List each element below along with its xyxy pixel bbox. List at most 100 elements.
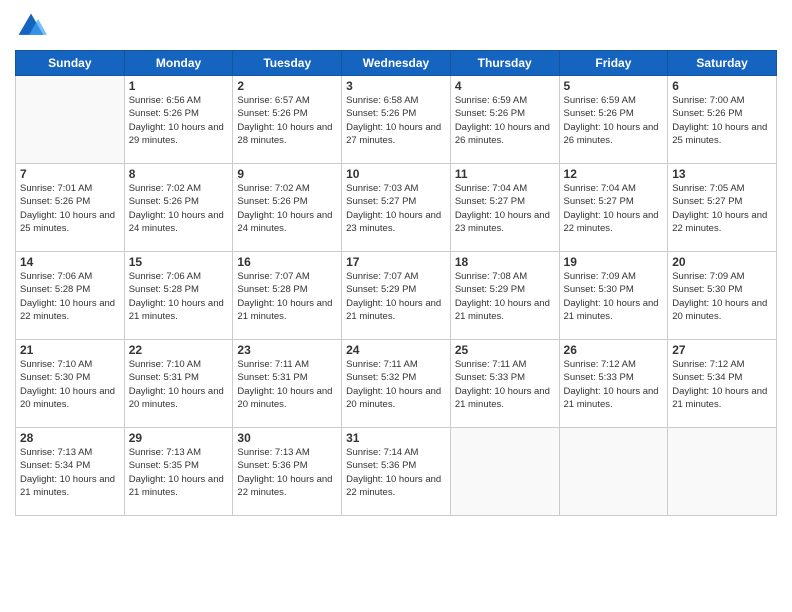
day-number: 9 — [237, 167, 337, 181]
cell-details: Sunrise: 7:01 AMSunset: 5:26 PMDaylight:… — [20, 182, 120, 235]
calendar-cell: 25Sunrise: 7:11 AMSunset: 5:33 PMDayligh… — [450, 340, 559, 428]
calendar-cell: 10Sunrise: 7:03 AMSunset: 5:27 PMDayligh… — [342, 164, 451, 252]
day-number: 16 — [237, 255, 337, 269]
day-number: 28 — [20, 431, 120, 445]
calendar-cell: 8Sunrise: 7:02 AMSunset: 5:26 PMDaylight… — [124, 164, 233, 252]
cell-details: Sunrise: 7:10 AMSunset: 5:31 PMDaylight:… — [129, 358, 229, 411]
day-number: 29 — [129, 431, 229, 445]
calendar-cell: 2Sunrise: 6:57 AMSunset: 5:26 PMDaylight… — [233, 76, 342, 164]
calendar-cell: 4Sunrise: 6:59 AMSunset: 5:26 PMDaylight… — [450, 76, 559, 164]
calendar-cell: 11Sunrise: 7:04 AMSunset: 5:27 PMDayligh… — [450, 164, 559, 252]
cell-details: Sunrise: 6:58 AMSunset: 5:26 PMDaylight:… — [346, 94, 446, 147]
cell-details: Sunrise: 7:13 AMSunset: 5:34 PMDaylight:… — [20, 446, 120, 499]
day-number: 15 — [129, 255, 229, 269]
calendar-cell — [450, 428, 559, 516]
day-number: 11 — [455, 167, 555, 181]
week-row-0: 1Sunrise: 6:56 AMSunset: 5:26 PMDaylight… — [16, 76, 777, 164]
day-header-wednesday: Wednesday — [342, 51, 451, 76]
day-number: 4 — [455, 79, 555, 93]
cell-details: Sunrise: 7:09 AMSunset: 5:30 PMDaylight:… — [672, 270, 772, 323]
calendar-cell: 23Sunrise: 7:11 AMSunset: 5:31 PMDayligh… — [233, 340, 342, 428]
cell-details: Sunrise: 7:12 AMSunset: 5:33 PMDaylight:… — [564, 358, 664, 411]
day-number: 26 — [564, 343, 664, 357]
header-row: SundayMondayTuesdayWednesdayThursdayFrid… — [16, 51, 777, 76]
cell-details: Sunrise: 7:02 AMSunset: 5:26 PMDaylight:… — [129, 182, 229, 235]
calendar-cell — [559, 428, 668, 516]
cell-details: Sunrise: 7:11 AMSunset: 5:32 PMDaylight:… — [346, 358, 446, 411]
calendar-cell: 12Sunrise: 7:04 AMSunset: 5:27 PMDayligh… — [559, 164, 668, 252]
day-number: 23 — [237, 343, 337, 357]
cell-details: Sunrise: 7:05 AMSunset: 5:27 PMDaylight:… — [672, 182, 772, 235]
day-number: 5 — [564, 79, 664, 93]
day-number: 13 — [672, 167, 772, 181]
cell-details: Sunrise: 7:09 AMSunset: 5:30 PMDaylight:… — [564, 270, 664, 323]
calendar-cell: 21Sunrise: 7:10 AMSunset: 5:30 PMDayligh… — [16, 340, 125, 428]
calendar-cell: 31Sunrise: 7:14 AMSunset: 5:36 PMDayligh… — [342, 428, 451, 516]
calendar-cell: 19Sunrise: 7:09 AMSunset: 5:30 PMDayligh… — [559, 252, 668, 340]
week-row-1: 7Sunrise: 7:01 AMSunset: 5:26 PMDaylight… — [16, 164, 777, 252]
week-row-3: 21Sunrise: 7:10 AMSunset: 5:30 PMDayligh… — [16, 340, 777, 428]
calendar-cell: 7Sunrise: 7:01 AMSunset: 5:26 PMDaylight… — [16, 164, 125, 252]
calendar-cell: 20Sunrise: 7:09 AMSunset: 5:30 PMDayligh… — [668, 252, 777, 340]
calendar-cell: 13Sunrise: 7:05 AMSunset: 5:27 PMDayligh… — [668, 164, 777, 252]
day-number: 24 — [346, 343, 446, 357]
day-number: 1 — [129, 79, 229, 93]
cell-details: Sunrise: 6:57 AMSunset: 5:26 PMDaylight:… — [237, 94, 337, 147]
day-number: 12 — [564, 167, 664, 181]
cell-details: Sunrise: 7:11 AMSunset: 5:33 PMDaylight:… — [455, 358, 555, 411]
calendar-cell: 15Sunrise: 7:06 AMSunset: 5:28 PMDayligh… — [124, 252, 233, 340]
cell-details: Sunrise: 7:06 AMSunset: 5:28 PMDaylight:… — [129, 270, 229, 323]
header — [15, 10, 777, 42]
calendar-cell: 9Sunrise: 7:02 AMSunset: 5:26 PMDaylight… — [233, 164, 342, 252]
calendar-cell: 18Sunrise: 7:08 AMSunset: 5:29 PMDayligh… — [450, 252, 559, 340]
day-number: 10 — [346, 167, 446, 181]
cell-details: Sunrise: 7:07 AMSunset: 5:29 PMDaylight:… — [346, 270, 446, 323]
day-number: 7 — [20, 167, 120, 181]
day-header-tuesday: Tuesday — [233, 51, 342, 76]
day-header-monday: Monday — [124, 51, 233, 76]
cell-details: Sunrise: 7:03 AMSunset: 5:27 PMDaylight:… — [346, 182, 446, 235]
day-number: 3 — [346, 79, 446, 93]
calendar-cell: 6Sunrise: 7:00 AMSunset: 5:26 PMDaylight… — [668, 76, 777, 164]
day-number: 22 — [129, 343, 229, 357]
day-number: 21 — [20, 343, 120, 357]
day-number: 2 — [237, 79, 337, 93]
calendar-cell: 29Sunrise: 7:13 AMSunset: 5:35 PMDayligh… — [124, 428, 233, 516]
calendar-table: SundayMondayTuesdayWednesdayThursdayFrid… — [15, 50, 777, 516]
calendar-cell: 28Sunrise: 7:13 AMSunset: 5:34 PMDayligh… — [16, 428, 125, 516]
day-number: 25 — [455, 343, 555, 357]
day-number: 18 — [455, 255, 555, 269]
day-number: 19 — [564, 255, 664, 269]
cell-details: Sunrise: 7:04 AMSunset: 5:27 PMDaylight:… — [564, 182, 664, 235]
calendar-cell: 24Sunrise: 7:11 AMSunset: 5:32 PMDayligh… — [342, 340, 451, 428]
logo-icon — [15, 10, 47, 42]
cell-details: Sunrise: 7:14 AMSunset: 5:36 PMDaylight:… — [346, 446, 446, 499]
day-number: 30 — [237, 431, 337, 445]
cell-details: Sunrise: 6:59 AMSunset: 5:26 PMDaylight:… — [455, 94, 555, 147]
cell-details: Sunrise: 7:10 AMSunset: 5:30 PMDaylight:… — [20, 358, 120, 411]
calendar-cell: 1Sunrise: 6:56 AMSunset: 5:26 PMDaylight… — [124, 76, 233, 164]
calendar-cell — [16, 76, 125, 164]
day-header-saturday: Saturday — [668, 51, 777, 76]
cell-details: Sunrise: 6:56 AMSunset: 5:26 PMDaylight:… — [129, 94, 229, 147]
day-number: 14 — [20, 255, 120, 269]
cell-details: Sunrise: 7:08 AMSunset: 5:29 PMDaylight:… — [455, 270, 555, 323]
cell-details: Sunrise: 7:07 AMSunset: 5:28 PMDaylight:… — [237, 270, 337, 323]
day-header-sunday: Sunday — [16, 51, 125, 76]
cell-details: Sunrise: 7:12 AMSunset: 5:34 PMDaylight:… — [672, 358, 772, 411]
calendar-cell: 16Sunrise: 7:07 AMSunset: 5:28 PMDayligh… — [233, 252, 342, 340]
cell-details: Sunrise: 7:06 AMSunset: 5:28 PMDaylight:… — [20, 270, 120, 323]
calendar-cell: 27Sunrise: 7:12 AMSunset: 5:34 PMDayligh… — [668, 340, 777, 428]
day-number: 6 — [672, 79, 772, 93]
day-number: 17 — [346, 255, 446, 269]
cell-details: Sunrise: 7:00 AMSunset: 5:26 PMDaylight:… — [672, 94, 772, 147]
day-number: 31 — [346, 431, 446, 445]
calendar-cell: 5Sunrise: 6:59 AMSunset: 5:26 PMDaylight… — [559, 76, 668, 164]
calendar-cell: 26Sunrise: 7:12 AMSunset: 5:33 PMDayligh… — [559, 340, 668, 428]
calendar-cell: 22Sunrise: 7:10 AMSunset: 5:31 PMDayligh… — [124, 340, 233, 428]
week-row-4: 28Sunrise: 7:13 AMSunset: 5:34 PMDayligh… — [16, 428, 777, 516]
page: SundayMondayTuesdayWednesdayThursdayFrid… — [0, 0, 792, 612]
cell-details: Sunrise: 7:11 AMSunset: 5:31 PMDaylight:… — [237, 358, 337, 411]
cell-details: Sunrise: 7:13 AMSunset: 5:36 PMDaylight:… — [237, 446, 337, 499]
calendar-cell: 3Sunrise: 6:58 AMSunset: 5:26 PMDaylight… — [342, 76, 451, 164]
